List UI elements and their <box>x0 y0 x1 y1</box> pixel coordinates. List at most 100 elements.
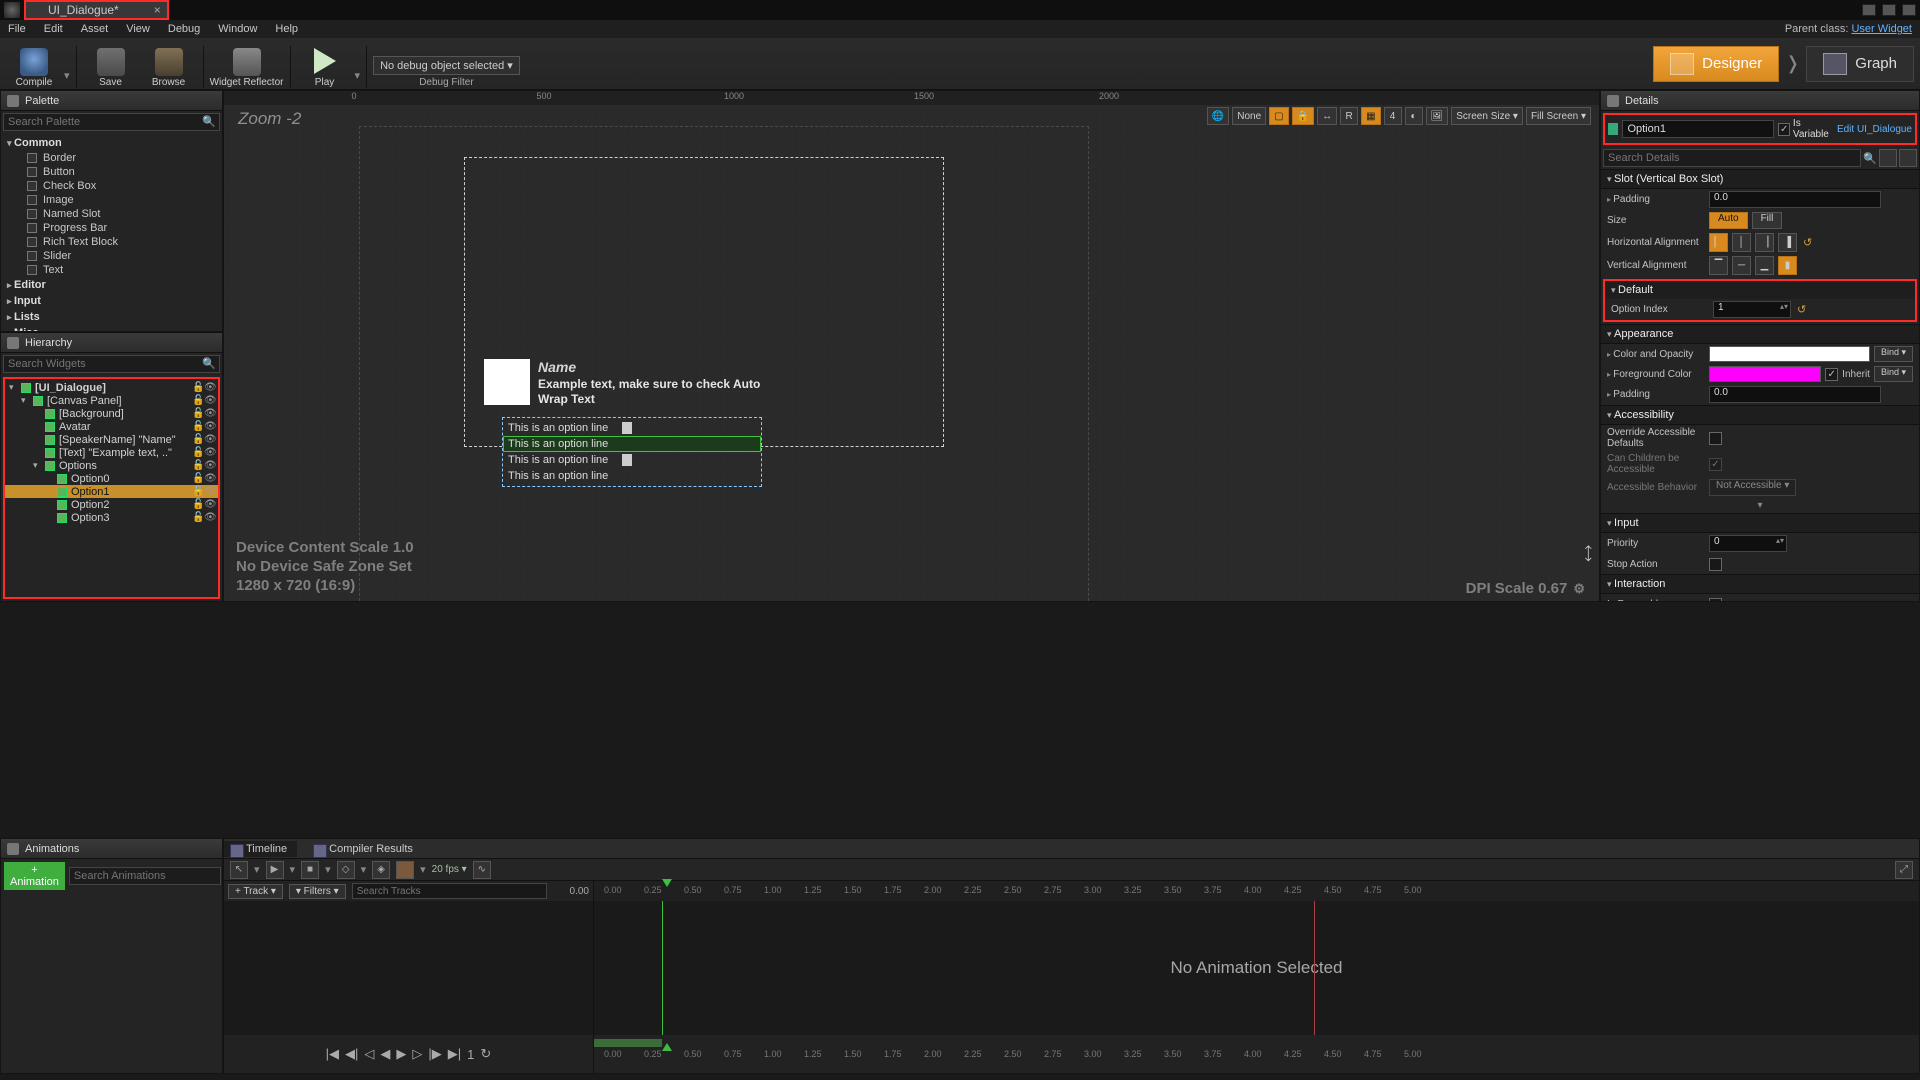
valign-top-button[interactable]: ▔ <box>1709 256 1728 275</box>
dpi-settings-icon[interactable]: ⚙ <box>1573 581 1585 596</box>
palette-item[interactable]: Named Slot <box>1 207 222 221</box>
widget-reflector-button[interactable]: Widget Reflector <box>210 40 284 88</box>
details-search-input[interactable] <box>1603 149 1861 167</box>
save-button[interactable]: Save <box>83 40 139 88</box>
foreground-color-swatch[interactable] <box>1709 366 1821 382</box>
add-track-button[interactable]: + Track ▾ <box>228 884 283 899</box>
override-accessible-checkbox[interactable] <box>1709 432 1722 445</box>
edit-blueprint-link[interactable]: Edit UI_Dialogue <box>1837 124 1912 135</box>
palette-category[interactable]: Input <box>1 293 222 309</box>
palette-item[interactable]: Check Box <box>1 179 222 193</box>
palette-item[interactable]: Image <box>1 193 222 207</box>
tl-autokey-tool[interactable]: ◈ <box>372 861 390 879</box>
playhead-top-icon[interactable] <box>662 879 672 887</box>
show-outlines-button[interactable]: ▢ <box>1269 107 1288 125</box>
preview-image-button[interactable]: 🖼 <box>1426 107 1449 125</box>
palette-item[interactable]: Text <box>1 263 222 277</box>
play-dropdown-icon[interactable]: ▾ <box>355 69 361 82</box>
lock-icon[interactable]: 🔓 <box>192 473 202 484</box>
eye-icon[interactable]: 👁 <box>204 395 214 406</box>
lock-icon[interactable]: 🔓 <box>192 408 202 419</box>
tab-compiler-results[interactable]: Compiler Results <box>307 841 423 857</box>
compile-dropdown-icon[interactable]: ▾ <box>64 69 70 82</box>
details-cat-slot[interactable]: Slot (Vertical Box Slot) <box>1601 169 1919 189</box>
fg-bind-button[interactable]: Bind ▾ <box>1874 366 1913 382</box>
eye-icon[interactable]: 👁 <box>204 421 214 432</box>
option-index-reset-icon[interactable]: ↺ <box>1797 303 1806 316</box>
menu-edit[interactable]: Edit <box>44 23 63 35</box>
slot-padding-input[interactable]: 0.0 <box>1709 191 1881 208</box>
eye-icon[interactable]: 👁 <box>204 486 214 497</box>
maximize-button[interactable] <box>1882 4 1896 16</box>
localization-icon[interactable]: 🌐 <box>1207 107 1229 125</box>
lock-button[interactable]: 🔒 <box>1292 107 1314 125</box>
menu-view[interactable]: View <box>126 23 150 35</box>
option-widget[interactable]: This is an option line <box>503 436 761 452</box>
close-tab-icon[interactable]: × <box>154 3 161 17</box>
hierarchy-node[interactable]: Option3🔓👁 <box>5 511 218 524</box>
hierarchy-node[interactable]: ▾[UI_Dialogue]🔓👁 <box>5 381 218 394</box>
lock-icon[interactable]: 🔓 <box>192 434 202 445</box>
details-filter-button[interactable] <box>1879 149 1897 167</box>
tl-frame-number[interactable]: 1 <box>467 1047 474 1062</box>
fps-select[interactable]: 20 fps ▾ <box>432 864 467 875</box>
hierarchy-node[interactable]: [SpeakerName] "Name"🔓👁 <box>5 433 218 446</box>
stop-action-checkbox[interactable] <box>1709 558 1722 571</box>
eye-icon[interactable]: 👁 <box>204 499 214 510</box>
tl-goto-start[interactable]: |◀ <box>326 1046 339 1062</box>
play-button[interactable]: Play <box>297 40 353 88</box>
hierarchy-node[interactable]: ▾Options🔓👁 <box>5 459 218 472</box>
speaker-name-widget[interactable]: Name <box>538 359 576 375</box>
menu-asset[interactable]: Asset <box>81 23 109 35</box>
halign-reset-icon[interactable]: ↺ <box>1803 236 1812 249</box>
grid-size-button[interactable]: 4 <box>1384 107 1402 125</box>
tl-loop-button[interactable]: ↻ <box>480 1046 491 1062</box>
option-widget[interactable]: This is an option line <box>503 420 761 436</box>
close-window-button[interactable] <box>1902 4 1916 16</box>
tl-play-tool[interactable]: ▶ <box>266 861 284 879</box>
tl-step-fwd[interactable]: ▷ <box>412 1046 422 1062</box>
lock-icon[interactable]: 🔓 <box>192 486 202 497</box>
widget-visibility-select[interactable]: None <box>1232 107 1266 125</box>
menu-help[interactable]: Help <box>275 23 298 35</box>
hierarchy-node[interactable]: [Text] "Example text, .."🔓👁 <box>5 446 218 459</box>
tl-snap-tool[interactable] <box>396 861 414 879</box>
expand-category-icon[interactable]: ▾ <box>1601 498 1919 513</box>
eye-icon[interactable]: 👁 <box>204 460 214 471</box>
tl-cursor-tool[interactable]: ↖ <box>230 861 248 879</box>
palette-category[interactable]: Misc <box>1 325 222 331</box>
appearance-padding-input[interactable]: 0.0 <box>1709 386 1881 403</box>
details-cat-accessibility[interactable]: Accessibility <box>1601 405 1919 425</box>
hierarchy-node[interactable]: [Background]🔓👁 <box>5 407 218 420</box>
playhead-bottom-icon[interactable] <box>662 1043 672 1051</box>
halign-fill-button[interactable]: ▐ <box>1778 233 1797 252</box>
palette-item[interactable]: Button <box>1 165 222 179</box>
lock-icon[interactable]: 🔓 <box>192 499 202 510</box>
window-tab[interactable]: UI_Dialogue* × <box>24 0 169 20</box>
speaker-text-widget[interactable]: Example text, make sure to check Auto Wr… <box>538 377 768 407</box>
hierarchy-node[interactable]: ▾[Canvas Panel]🔓👁 <box>5 394 218 407</box>
hierarchy-node[interactable]: Option0🔓👁 <box>5 472 218 485</box>
eye-icon[interactable]: 👁 <box>204 408 214 419</box>
preview-bg-button[interactable]: ◐ <box>1405 107 1423 125</box>
graph-mode-button[interactable]: Graph <box>1806 46 1914 82</box>
avatar-widget[interactable] <box>484 359 530 405</box>
halign-center-button[interactable]: │ <box>1732 233 1751 252</box>
layout-transform-button[interactable]: ↔ <box>1317 107 1337 125</box>
details-cat-appearance[interactable]: Appearance <box>1601 324 1919 344</box>
palette-item[interactable]: Progress Bar <box>1 221 222 235</box>
tl-prev-key[interactable]: ◀| <box>345 1046 358 1062</box>
designer-viewport[interactable]: 0500100015002000 Zoom -2 🌐 None ▢ 🔒 ↔ R … <box>223 90 1600 602</box>
halign-left-button[interactable]: ▏ <box>1709 233 1728 252</box>
menu-file[interactable]: File <box>8 23 26 35</box>
tl-play-fwd[interactable]: ▶ <box>396 1046 406 1062</box>
valign-bottom-button[interactable]: ▁ <box>1755 256 1774 275</box>
palette-cat-common[interactable]: Common <box>1 135 222 151</box>
track-filters-button[interactable]: ▾ Filters ▾ <box>289 884 346 899</box>
add-animation-button[interactable]: + Animation <box>4 862 65 890</box>
range-selection[interactable] <box>594 1039 662 1047</box>
details-cat-default[interactable]: Default <box>1605 281 1915 299</box>
lock-icon[interactable]: 🔓 <box>192 395 202 406</box>
color-bind-button[interactable]: Bind ▾ <box>1874 346 1913 362</box>
options-container[interactable]: This is an option lineThis is an option … <box>502 417 762 487</box>
